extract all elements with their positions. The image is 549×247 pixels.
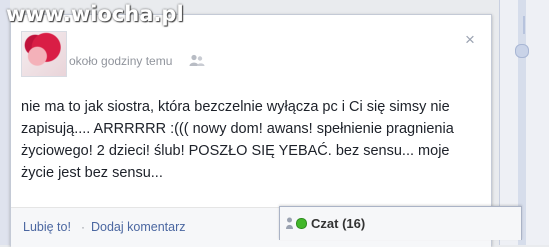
watermark: www.wiocha.pl — [6, 2, 184, 26]
add-comment-link[interactable]: Dodaj komentarz — [91, 220, 186, 234]
post-timestamp[interactable]: około godziny temu — [69, 54, 172, 68]
chat-label: Czat (16) — [311, 216, 365, 231]
timeline-dot — [515, 44, 529, 58]
like-link[interactable]: Lubię to! — [23, 220, 71, 234]
close-button[interactable]: × — [463, 31, 477, 48]
avatar[interactable] — [21, 31, 67, 77]
page-background-left — [0, 0, 10, 245]
online-status-icon — [296, 218, 307, 229]
chat-bar[interactable]: Czat (16) — [279, 206, 522, 240]
chat-title: Czat — [311, 216, 339, 231]
friends-icon — [189, 54, 205, 66]
action-separator: · — [81, 220, 85, 234]
timeline-tick — [523, 16, 525, 34]
post-text: nie ma to jak siostra, która bezczelnie … — [21, 99, 454, 181]
chat-online-count: (16) — [342, 216, 366, 231]
chat-person-icon — [286, 217, 293, 229]
